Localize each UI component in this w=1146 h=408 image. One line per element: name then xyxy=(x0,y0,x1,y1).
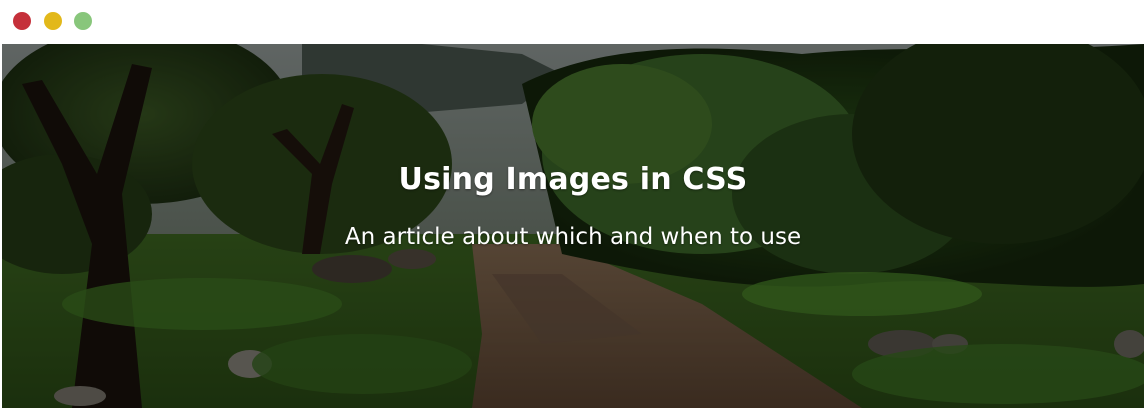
hero-title: Using Images in CSS xyxy=(398,162,748,197)
hero-subtitle: An article about which and when to use xyxy=(344,224,802,250)
close-window-button[interactable] xyxy=(13,12,31,30)
minimize-window-button[interactable] xyxy=(44,12,62,30)
window-titlebar xyxy=(0,0,1146,44)
zoom-window-button[interactable] xyxy=(74,12,92,30)
hero-section: Using Images in CSS An article about whi… xyxy=(2,44,1144,408)
browser-window: Using Images in CSS An article about whi… xyxy=(0,0,1146,408)
